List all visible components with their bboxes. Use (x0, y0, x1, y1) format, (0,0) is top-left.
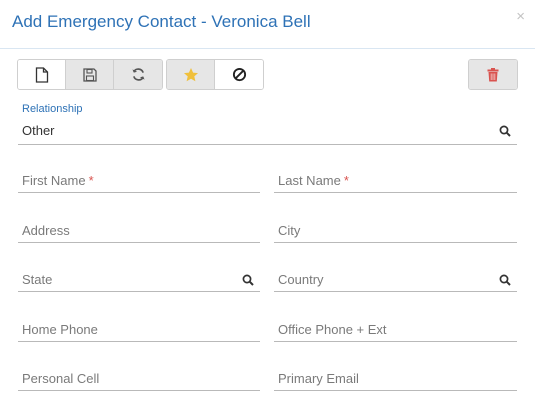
close-icon[interactable]: × (516, 9, 525, 24)
last-name-field[interactable]: Last Name * (274, 159, 517, 193)
save-icon (82, 67, 97, 82)
required-marker: * (88, 173, 94, 188)
required-marker: * (343, 173, 349, 188)
home-phone-label: Home Phone (22, 322, 98, 337)
last-name-label: Last Name * (278, 173, 349, 188)
address-field[interactable]: Address (18, 209, 260, 243)
country-label: Country (278, 272, 324, 287)
city-label: City (278, 223, 301, 238)
ban-icon (232, 67, 246, 82)
country-field[interactable]: Country (274, 258, 517, 292)
search-icon[interactable] (242, 274, 254, 286)
save-button[interactable] (66, 60, 114, 89)
new-button[interactable] (18, 60, 66, 89)
refresh-icon (131, 68, 145, 81)
home-phone-field[interactable]: Home Phone (18, 308, 260, 342)
state-field[interactable]: State (18, 258, 260, 292)
relationship-field[interactable]: Other (22, 123, 55, 138)
disable-button[interactable] (215, 60, 263, 89)
address-label: Address (22, 223, 70, 238)
personal-cell-label: Personal Cell (22, 371, 100, 386)
search-icon[interactable] (499, 274, 511, 286)
first-name-label: First Name * (22, 173, 94, 188)
toolbar-file-group (17, 59, 163, 90)
relationship-label: Relationship (22, 103, 83, 115)
relationship-underline (18, 144, 517, 145)
primary-email-field[interactable]: Primary Email (274, 357, 517, 391)
toolbar-status-group (166, 59, 264, 90)
office-phone-label: Office Phone + Ext (278, 322, 387, 337)
search-icon[interactable] (499, 125, 511, 137)
favorite-button[interactable] (167, 60, 215, 89)
primary-email-label: Primary Email (278, 371, 359, 386)
star-icon (183, 67, 198, 81)
office-phone-field[interactable]: Office Phone + Ext (274, 308, 517, 342)
dialog-header: Add Emergency Contact - Veronica Bell × (0, 0, 535, 49)
city-field[interactable]: City (274, 209, 517, 243)
delete-button[interactable] (469, 60, 517, 89)
dialog-title: Add Emergency Contact - Veronica Bell (12, 12, 311, 31)
refresh-button[interactable] (114, 60, 162, 89)
first-name-label-text: First Name (22, 173, 86, 188)
state-label: State (22, 272, 53, 287)
toolbar-delete-group (468, 59, 518, 90)
first-name-field[interactable]: First Name * (18, 159, 260, 193)
trash-icon (487, 67, 499, 81)
personal-cell-field[interactable]: Personal Cell (18, 357, 260, 391)
last-name-label-text: Last Name (278, 173, 341, 188)
new-document-icon (35, 66, 48, 83)
